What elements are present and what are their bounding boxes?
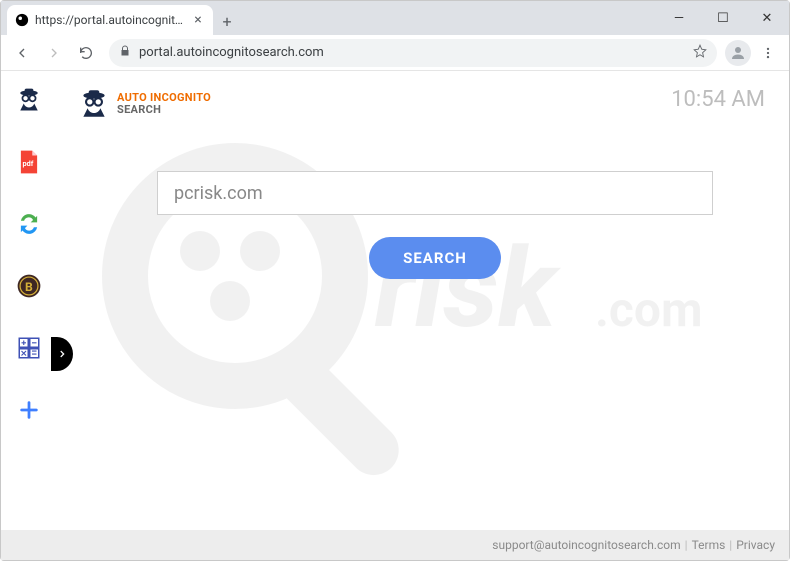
url-text: portal.autoincognitosearch.com: [139, 45, 324, 60]
window-controls: — ☐ ✕: [657, 1, 789, 35]
browser-window: https://portal.autoincognitosearch × + —…: [0, 0, 790, 561]
coin-b-icon: B: [16, 273, 42, 299]
browser-tab[interactable]: https://portal.autoincognitosearch ×: [7, 5, 213, 35]
lock-icon: [119, 45, 131, 61]
brand-text: AUTO INCOGNITO SEARCH: [117, 92, 211, 116]
tab-favicon: [15, 13, 29, 27]
minimize-button[interactable]: —: [657, 1, 701, 35]
plus-icon: [18, 399, 40, 421]
search-button[interactable]: SEARCH: [369, 237, 501, 279]
tab-close-icon[interactable]: ×: [191, 13, 205, 27]
arrow-left-icon: [14, 45, 30, 61]
sidebar-item-add[interactable]: [14, 395, 44, 425]
left-sidebar: pdf B: [1, 71, 57, 560]
address-bar[interactable]: portal.autoincognitosearch.com: [109, 39, 717, 67]
main-area: AUTO INCOGNITO SEARCH 10:54 AM SEARCH: [57, 71, 789, 560]
pdf-icon: pdf: [16, 149, 42, 175]
back-button[interactable]: [7, 38, 37, 68]
profile-avatar[interactable]: [725, 40, 751, 66]
spy-icon: [15, 86, 43, 114]
page-footer: support@autoincognitosearch.com | Terms …: [1, 530, 789, 560]
sidebar-item-coin[interactable]: B: [14, 271, 44, 301]
page-content: risk .com pdf: [1, 71, 789, 560]
browser-toolbar: portal.autoincognitosearch.com: [1, 35, 789, 71]
search-container: SEARCH: [157, 171, 713, 279]
calculator-icon: [17, 336, 41, 360]
brand-spy-icon: [77, 87, 111, 121]
footer-email[interactable]: support@autoincognitosearch.com: [492, 538, 680, 552]
brand-line2: SEARCH: [117, 104, 211, 116]
sidebar-item-pdf[interactable]: pdf: [14, 147, 44, 177]
search-input[interactable]: [157, 171, 713, 215]
separator: |: [729, 538, 732, 552]
titlebar: https://portal.autoincognitosearch × + —…: [1, 1, 789, 35]
footer-terms[interactable]: Terms: [692, 538, 726, 552]
clock: 10:54 AM: [671, 87, 765, 112]
tab-title: https://portal.autoincognitosearch: [35, 13, 185, 27]
arrow-right-icon: [46, 45, 62, 61]
kebab-icon: [761, 46, 775, 60]
svg-text:B: B: [25, 280, 33, 294]
maximize-button[interactable]: ☐: [701, 1, 745, 35]
sidebar-item-sync[interactable]: [14, 209, 44, 239]
forward-button[interactable]: [39, 38, 69, 68]
browser-menu-button[interactable]: [753, 38, 783, 68]
reload-icon: [78, 45, 94, 61]
new-tab-button[interactable]: +: [213, 7, 241, 35]
reload-button[interactable]: [71, 38, 101, 68]
svg-text:pdf: pdf: [23, 159, 34, 168]
chevron-left-icon: [57, 349, 67, 359]
close-window-button[interactable]: ✕: [745, 1, 789, 35]
person-icon: [729, 44, 747, 62]
brand-logo: AUTO INCOGNITO SEARCH: [77, 87, 211, 121]
footer-privacy[interactable]: Privacy: [736, 538, 775, 552]
sidebar-item-spy[interactable]: [14, 85, 44, 115]
sync-icon: [16, 211, 42, 237]
separator: |: [685, 538, 688, 552]
bookmark-star-icon[interactable]: [693, 44, 707, 62]
sidebar-item-calculator[interactable]: [14, 333, 44, 363]
